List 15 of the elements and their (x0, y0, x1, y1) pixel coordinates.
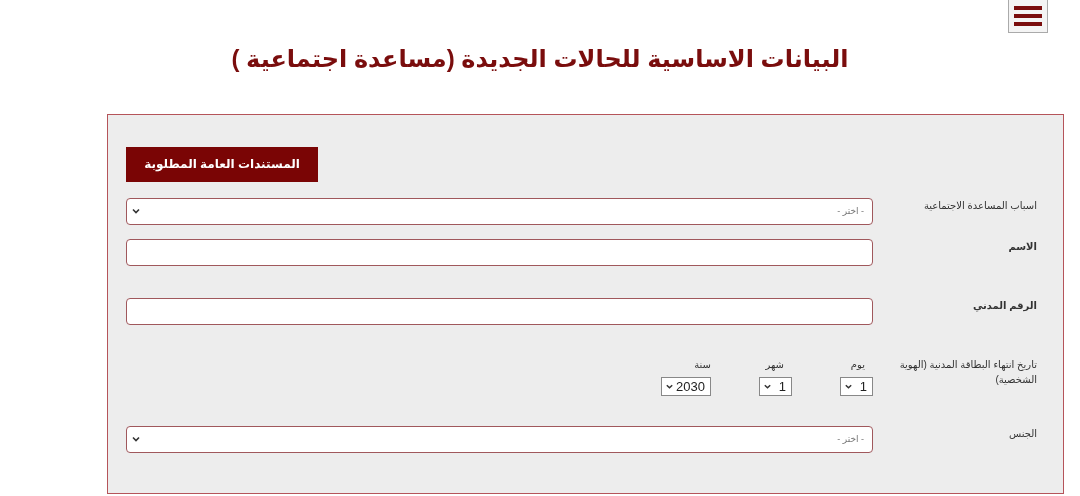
field-label: الاسم (1007, 239, 1037, 254)
date-select[interactable]: 1 (840, 376, 873, 396)
documents-button[interactable]: المستندات العامة المطلوبة (126, 146, 318, 182)
field-label: تاريخ انتهاء البطاقة المدنية (الهوية الشخصية) (898, 357, 1037, 387)
date-select[interactable]: 2030 (661, 376, 711, 396)
field-label: الرقم المدني (971, 298, 1037, 314)
date-select[interactable]: 1 (759, 376, 792, 396)
date-part-label: شهر (764, 357, 785, 372)
date-part-label: يوم (849, 357, 866, 372)
date-part-label: سنة (693, 357, 711, 372)
field-label: اسباب المساعدة الاجتماعية (922, 198, 1037, 213)
page-title: البيانات الاساسية للحالات الجديدة (مساعدة اجتماعية ) (230, 45, 850, 74)
field-label: الجنس (1007, 426, 1037, 441)
select-field[interactable]: - اختر - (126, 197, 873, 225)
select-field[interactable]: - اختر - (126, 425, 873, 453)
